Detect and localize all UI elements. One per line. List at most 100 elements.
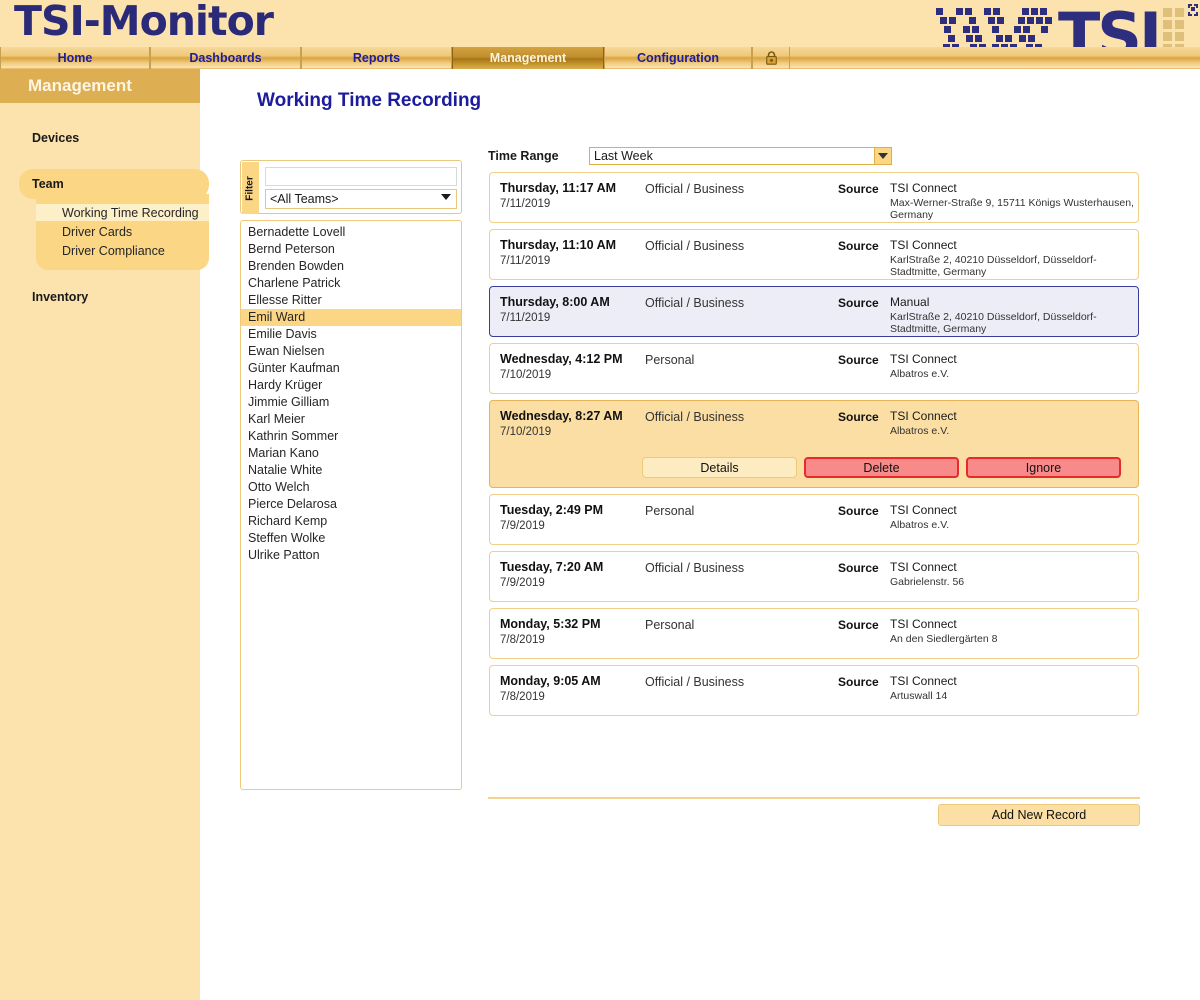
record-source-name: TSI Connect [890, 352, 957, 366]
nav-lock-button[interactable] [752, 47, 790, 69]
person-name: Pierce Delarosa [248, 497, 337, 511]
list-item[interactable]: Pierce Delarosa [241, 496, 461, 513]
record-summary: Wednesday, 8:27 AM 7/10/2019 Official / Bu… [490, 409, 1138, 443]
record-summary: Thursday, 11:10 AM 7/11/2019 Official / Bu… [490, 238, 1138, 278]
details-label: Details [700, 460, 739, 475]
record-type: Official / Business [645, 410, 745, 424]
table-row[interactable]: Monday, 5:32 PM 7/8/2019 Personal Source TSI… [489, 608, 1139, 659]
list-item[interactable]: Richard Kemp [241, 513, 461, 530]
lock-icon [765, 51, 777, 65]
sidebar-item-team[interactable]: Team [19, 169, 209, 199]
list-item[interactable]: Kathrin Sommer [241, 428, 461, 445]
add-new-record-button[interactable]: Add New Record [938, 804, 1140, 826]
table-row[interactable]: Wednesday, 4:12 PM 7/10/2019 Personal Sourc… [489, 343, 1139, 394]
chevron-down-icon [441, 194, 451, 200]
table-row[interactable]: Thursday, 8:00 AM 7/11/2019 Official / Bus… [489, 286, 1139, 337]
time-range-select[interactable]: Last Week [589, 147, 892, 165]
filter-label-text: Filter [245, 175, 257, 201]
list-item[interactable]: Steffen Wolke [241, 530, 461, 547]
table-row[interactable]: Thursday, 11:10 AM 7/11/2019 Official / Bu… [489, 229, 1139, 280]
list-item[interactable]: Emilie Davis [241, 326, 461, 343]
team-select[interactable]: <All Teams> [265, 189, 457, 209]
list-item[interactable]: Ulrike Patton [241, 547, 461, 564]
person-name: Günter Kaufman [248, 361, 340, 375]
record-source-name: TSI Connect [890, 238, 957, 252]
record-source: TSI Connect Albatros e.V. [890, 503, 1138, 531]
list-item[interactable]: Otto Welch [241, 479, 461, 496]
person-name: Emilie Davis [248, 327, 317, 341]
record-day: Monday, 5:32 PM [500, 617, 601, 631]
list-item[interactable]: Bernadette Lovell [241, 224, 461, 241]
nav-tab-configuration[interactable]: Configuration [604, 47, 752, 69]
nav-tab-management[interactable]: Management [452, 47, 604, 69]
nav-tab-dashboards[interactable]: Dashboards [150, 47, 301, 69]
table-row[interactable]: Tuesday, 2:49 PM 7/9/2019 Personal Source TS… [489, 494, 1139, 545]
people-list[interactable]: Bernadette Lovell Bernd Peterson Brenden B… [240, 220, 462, 790]
sidebar-title: Management [0, 69, 200, 103]
nav-tab-label: Configuration [637, 51, 719, 65]
record-when: Monday, 5:32 PM 7/8/2019 [500, 617, 600, 646]
record-source: TSI Connect Albatros e.V. [890, 352, 1138, 380]
record-day: Tuesday, 2:49 PM [500, 503, 604, 517]
record-source-label: Source [838, 182, 879, 196]
nav-tab-reports[interactable]: Reports [301, 47, 452, 69]
list-item[interactable]: Marian Kano [241, 445, 461, 462]
record-source: Manual KarlStraße 2, 40210 Düsseldorf, Dü… [890, 295, 1138, 335]
record-when: Tuesday, 2:49 PM 7/9/2019 [500, 503, 603, 532]
list-item[interactable]: Ewan Nielsen [241, 343, 461, 360]
sidebar-item-driver-cards[interactable]: Driver Cards [36, 222, 209, 241]
add-new-record-label: Add New Record [991, 808, 1087, 822]
record-date: 7/10/2019 [500, 426, 552, 438]
table-row[interactable]: Monday, 9:05 AM 7/8/2019 Official / Busine… [489, 665, 1139, 716]
record-source: TSI Connect KarlStraße 2, 40210 Düsseldor… [890, 238, 1138, 278]
sidebar-item-driver-compliance[interactable]: Driver Compliance [36, 241, 209, 260]
sidebar-item-devices[interactable]: Devices [0, 127, 200, 149]
filter-search-input[interactable] [265, 167, 457, 186]
record-day: Wednesday, 8:27 AM [500, 409, 623, 423]
list-item[interactable]: Hardy Krüger [241, 377, 461, 394]
record-source-name: TSI Connect [890, 674, 957, 688]
record-when: Tuesday, 7:20 AM 7/9/2019 [500, 560, 603, 589]
nav-tab-label: Management [489, 51, 567, 65]
delete-label: Delete [863, 460, 900, 475]
person-name: Marian Kano [248, 446, 319, 460]
people-panel: Filter <All Teams> Bernadette Lovell Bern… [240, 160, 462, 790]
list-item[interactable]: Jimmie Gilliam [241, 394, 461, 411]
person-name: Kathrin Sommer [248, 429, 339, 443]
list-item[interactable]: Natalie White [241, 462, 461, 479]
record-day: Wednesday, 4:12 PM [500, 352, 623, 366]
nav-tab-label: Reports [352, 51, 401, 65]
record-summary: Thursday, 8:00 AM 7/11/2019 Official / Bus… [490, 295, 1138, 335]
record-source-address: Albatros e.V. [890, 519, 950, 531]
ignore-button[interactable]: Ignore [966, 457, 1121, 478]
record-source: TSI Connect Max-Werner-Straße 9, 15711 Kö… [890, 181, 1138, 221]
list-item[interactable]: Ellesse Ritter [241, 292, 461, 309]
time-range-value: Last Week [594, 149, 653, 163]
list-item[interactable]: Günter Kaufman [241, 360, 461, 377]
list-item[interactable]: Emil Ward [241, 309, 461, 326]
record-date: 7/11/2019 [500, 312, 551, 324]
nav-tab-home[interactable]: Home [0, 47, 150, 69]
list-item[interactable]: Karl Meier [241, 411, 461, 428]
record-when: Thursday, 8:00 AM 7/11/2019 [500, 295, 610, 324]
delete-button[interactable]: Delete [804, 457, 959, 478]
list-item[interactable]: Bernd Peterson [241, 241, 461, 258]
team-select-value: <All Teams> [270, 192, 339, 206]
list-item[interactable]: Charlene Patrick [241, 275, 461, 292]
records-list: Thursday, 11:17 AM 7/11/2019 Official / Bu… [489, 172, 1139, 722]
record-type: Official / Business [645, 561, 745, 575]
sidebar-item-inventory[interactable]: Inventory [0, 286, 200, 308]
sidebar-subitems-team: Working Time Recording Driver Cards Driv… [36, 194, 209, 270]
record-source-address: Artuswall 14 [890, 690, 948, 702]
record-source-address: Albatros e.V. [890, 425, 950, 437]
table-row[interactable]: Thursday, 11:17 AM 7/11/2019 Official / Bu… [489, 172, 1139, 223]
details-button[interactable]: Details [642, 457, 797, 478]
table-row[interactable]: Wednesday, 8:27 AM 7/10/2019 Official / Bu… [489, 400, 1139, 488]
chevron-down-icon[interactable] [874, 148, 891, 164]
record-source-name: TSI Connect [890, 617, 957, 631]
record-type: Personal [645, 618, 695, 632]
sidebar-item-working-time-recording[interactable]: Working Time Recording [36, 203, 209, 222]
list-item[interactable]: Brenden Bowden [241, 258, 461, 275]
table-row[interactable]: Tuesday, 7:20 AM 7/9/2019 Official / Busin… [489, 551, 1139, 602]
record-type: Official / Business [645, 239, 745, 253]
